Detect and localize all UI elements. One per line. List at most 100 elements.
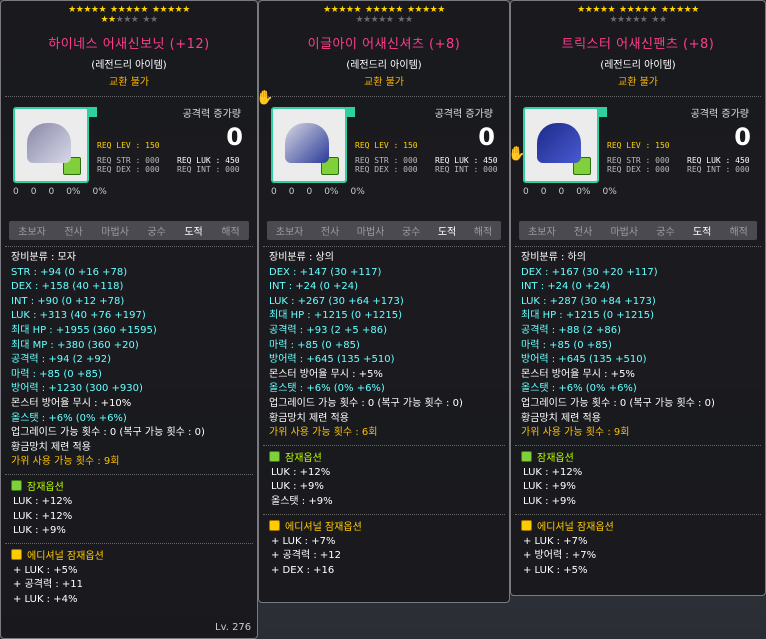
trade-status: 교환 불가 (618, 77, 658, 88)
star-icon: ★ (660, 5, 669, 15)
additional-potential-icon (269, 519, 280, 531)
attack-increase-label: 공격력 증가량 (690, 109, 749, 120)
job-label: 마법사 (610, 227, 639, 238)
job-label: 도적 (692, 227, 712, 238)
job-label: 궁수 (147, 227, 166, 238)
job-label: 전사 (64, 227, 83, 238)
req-luk: REQ LUK : 450 (177, 156, 240, 165)
stat-row: DEX : +147 (30 +117) (269, 266, 382, 278)
stat-row: LUK : +267 (30 +64 +173) (269, 295, 404, 307)
trade-status: 교환 불가 (364, 77, 404, 88)
req-dex: REQ DEX : 000 (97, 165, 160, 174)
job-label: 해적 (729, 227, 748, 238)
potential-line: LUK : +9% (523, 481, 576, 493)
req-int: REQ INT : 000 (435, 165, 498, 174)
additional-potential-line: + LUK : +5% (13, 564, 78, 576)
starforce-stars: ★★★★★ ★★★★★ ★★★★★ ★★★★★ ★★ (259, 5, 509, 25)
equipment-art-icon (27, 123, 71, 163)
item-grade: (레전드리 아이템) (91, 60, 167, 71)
stat-row: 몬스터 방어율 무시 : +5% (269, 368, 383, 380)
stat-row: 공격력 : +93 (2 +5 +86) (269, 324, 387, 336)
additional-potential-line: + LUK : +4% (13, 593, 78, 605)
job-label: 해적 (221, 227, 240, 238)
star-icon: ★ (658, 15, 667, 25)
star-icon: ★ (159, 5, 168, 15)
equipment-art-icon (285, 123, 329, 163)
flag-d-icon: 0% (66, 187, 81, 197)
star-icon: ★ (125, 5, 133, 15)
stat-row: 공격력 : +88 (2 +86) (521, 324, 622, 336)
additional-potential-title: 에디셔널 잠재옵션 (285, 521, 362, 533)
flag-a-icon: 0 (523, 187, 529, 197)
equipment-art-icon (537, 123, 581, 163)
star-icon: ★ (151, 5, 160, 15)
job-label: 전사 (320, 227, 340, 238)
star-icon: ★ (609, 15, 618, 25)
additional-potential-lines: + LUK : +7% + 공격력 : +12 + DEX : +16 (259, 535, 509, 581)
stat-row: 공격력 : +94 (2 +92) (11, 354, 112, 366)
additional-potential-line: + LUK : +7% (271, 535, 336, 547)
star-icon: ★ (100, 15, 109, 25)
star-icon: ★ (651, 15, 659, 25)
job-label: 도적 (437, 227, 457, 238)
star-icon: ★ (167, 5, 175, 15)
star-icon: ★ (676, 5, 684, 15)
flag-b-icon: 0 (288, 187, 295, 197)
stat-list: 장비분류 : 모자 STR : +94 (0 +16 +78) DEX : +158… (1, 247, 257, 470)
item-flags: 0 0 0 0% 0% (13, 187, 119, 197)
flag-a-icon: 0 (13, 187, 19, 197)
stat-row: 마력 : +85 (0 +85) (11, 368, 102, 380)
req-dex: REQ DEX : 000 (607, 165, 670, 174)
glove-cursor-icon: ✋ (508, 146, 526, 162)
star-icon: ★ (98, 5, 107, 15)
stat-row: 방어력 : +645 (135 +510) (269, 354, 395, 366)
star-icon: ★ (422, 5, 430, 15)
stat-row: 방어력 : +645 (135 +510) (521, 354, 647, 366)
flag-e-icon: 0% (350, 187, 365, 197)
req-luk: REQ LUK : 450 (687, 156, 750, 165)
star-icon: ★ (592, 5, 600, 15)
glove-cursor-icon: ✋ (256, 90, 274, 106)
legendary-icon (521, 450, 532, 462)
attack-increase-value: 0 (478, 123, 495, 151)
potential-header: 잠재옵션 (1, 475, 257, 495)
additional-potential-line: + 방어력 : +7% (523, 550, 597, 562)
job-label: 도적 (184, 227, 203, 238)
additional-potential-lines: + LUK : +5% + 공격력 : +11 + LUK : +4% (1, 564, 257, 610)
additional-potential-header: 에디셔널 잠재옵션 (511, 515, 765, 535)
additional-potential-lines: + LUK : +7% + 방어력 : +7% + LUK : +5% (511, 535, 765, 581)
star-icon: ★ (123, 15, 131, 25)
stat-row: 업그레이드 가능 횟수 : 0 (복구 가능 횟수 : 0) (11, 427, 205, 439)
item-grade: (레전드리 아이템) (346, 60, 422, 71)
star-icon: ★ (108, 15, 116, 25)
stat-row: 마력 : +85 (0 +85) (269, 339, 360, 351)
job-label: 궁수 (401, 227, 421, 238)
stat-row: 올스탯 : +6% (0% +6%) (521, 383, 637, 395)
job-restrictions: 초보자 전사 마법사 궁수 도적 해적 (267, 221, 501, 240)
trade-status: 교환 불가 (109, 77, 149, 88)
job-label: 초보자 (528, 227, 556, 238)
flag-c-icon: 0 (558, 187, 565, 197)
star-icon: ★ (68, 5, 76, 15)
star-icon: ★ (182, 5, 190, 15)
stat-row: 방어력 : +1230 (300 +930) (11, 383, 143, 395)
star-icon: ★ (607, 5, 616, 15)
star-icon: ★ (130, 15, 139, 25)
item-summary: 공격력 증가량 0 REQ LEV : 150 REQ STR : 000 REQ LU… (511, 97, 765, 221)
star-icon: ★ (619, 5, 627, 15)
flag-b-icon: 0 (540, 187, 547, 197)
req-int: REQ INT : 000 (687, 165, 750, 174)
attack-increase-label: 공격력 증가량 (182, 109, 241, 120)
star-icon: ★ (404, 15, 413, 25)
item-icon (271, 107, 355, 183)
star-icon: ★ (378, 15, 386, 25)
stat-row: 몬스터 방어율 무시 : +5% (521, 368, 635, 380)
item-flags: 0 0 0 0% 0% (271, 187, 377, 197)
stat-row: 최대 HP : +1215 (0 +1215) (269, 310, 403, 322)
flag-c-icon: 0 (48, 187, 55, 197)
star-icon: ★ (634, 5, 642, 15)
star-icon: ★ (437, 5, 445, 15)
additional-potential-title: 에디셔널 잠재옵션 (537, 521, 614, 533)
stat-row: 업그레이드 가능 횟수 : 0 (복구 가능 횟수 : 0) (521, 397, 715, 409)
additional-potential-icon (11, 548, 22, 560)
